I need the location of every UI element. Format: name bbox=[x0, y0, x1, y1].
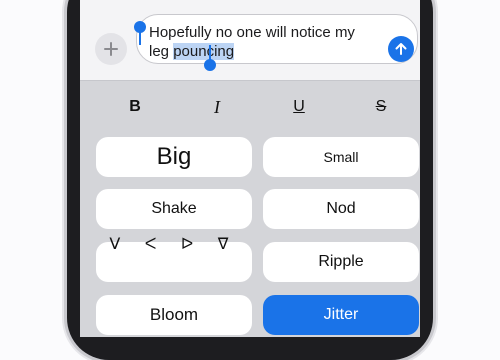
strikethrough-button[interactable]: S bbox=[361, 92, 401, 122]
arrow-up-icon bbox=[395, 43, 407, 55]
send-button[interactable] bbox=[388, 36, 414, 62]
selection-end-knob[interactable] bbox=[204, 59, 216, 71]
effect-bloom-button[interactable]: Bloom bbox=[96, 295, 252, 335]
explode-glyphs: ᐯ ᐸ ᐅ ᐁ bbox=[109, 236, 239, 253]
selection-start-handle[interactable] bbox=[134, 21, 146, 45]
effect-ripple-button[interactable]: Ripple bbox=[263, 242, 419, 282]
italic-button[interactable]: I bbox=[197, 92, 237, 122]
effect-jitter-button[interactable]: Jitter bbox=[263, 295, 419, 335]
phone-screen: Hopefully no one will notice my leg poun… bbox=[80, 0, 420, 337]
underline-button[interactable]: U bbox=[279, 92, 319, 122]
effect-big-button[interactable]: Big bbox=[96, 137, 252, 177]
effect-explode-button[interactable]: ᐯ ᐸ ᐅ ᐁ bbox=[96, 236, 252, 282]
add-attachment-button[interactable] bbox=[95, 33, 127, 65]
message-text[interactable]: Hopefully no one will notice my leg poun… bbox=[149, 23, 379, 61]
effect-nod-button[interactable]: Nod bbox=[263, 189, 419, 229]
bold-button[interactable]: B bbox=[115, 92, 155, 122]
effect-small-button[interactable]: Small bbox=[263, 137, 419, 177]
effect-shake-button[interactable]: Shake bbox=[96, 189, 252, 229]
plus-icon bbox=[104, 42, 118, 56]
selection-end-handle[interactable] bbox=[204, 45, 216, 71]
selection-start-knob[interactable] bbox=[134, 21, 146, 33]
format-toolbar: B I U S bbox=[80, 92, 420, 122]
compose-bar: Hopefully no one will notice my leg poun… bbox=[80, 0, 420, 81]
selected-text[interactable]: pouncing bbox=[173, 43, 235, 60]
message-input[interactable]: Hopefully no one will notice my leg poun… bbox=[134, 14, 418, 71]
